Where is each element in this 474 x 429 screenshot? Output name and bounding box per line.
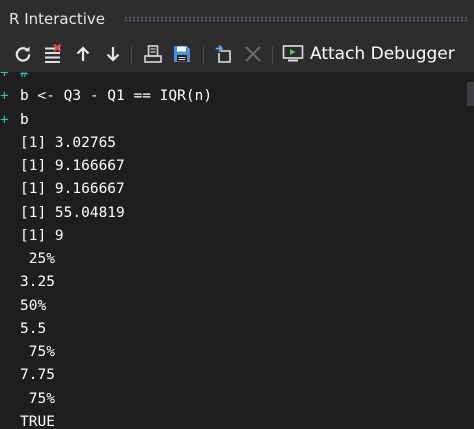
history-down-icon[interactable]: [103, 44, 123, 64]
toolbar-separator: [272, 46, 273, 64]
console-line-text: 7.75: [20, 367, 55, 384]
continuation-prompt: +: [0, 72, 9, 81]
reset-icon[interactable]: [13, 44, 33, 64]
continuation-prompt: +: [0, 111, 9, 128]
console-line-text: b: [20, 111, 29, 128]
console-line: + b: [0, 109, 212, 132]
clear-icon[interactable]: [43, 44, 63, 64]
console-line: [1] 9.166667: [20, 155, 212, 178]
console-line-text: [1] 55.04819: [20, 204, 125, 221]
console-line-text: 75%: [20, 344, 55, 360]
console-line: TRUE: [20, 411, 212, 429]
console-line: 5.5: [20, 318, 212, 341]
r-interactive-window: R Interactive Attach Debugger + # + b <-…: [0, 0, 474, 429]
console-output[interactable]: + # + b <- Q3 - Q1 == IQR(n) + b [1] 3.0276…: [0, 72, 474, 429]
console-line: 3.25: [20, 271, 212, 294]
window-title: R Interactive: [9, 10, 105, 28]
console-line-text: [1] 9.166667: [20, 181, 125, 198]
drag-grip[interactable]: [124, 16, 468, 22]
terminate-icon[interactable]: [243, 44, 263, 64]
console-line-text: [1] 9.166667: [20, 158, 125, 174]
console-line-text: TRUE: [20, 413, 55, 429]
console-line: 7.75: [20, 364, 212, 387]
console-line: + #: [0, 72, 212, 85]
console-line: [1] 55.04819: [20, 202, 212, 225]
console-line: [1] 9.166667: [20, 178, 212, 201]
toolbar: Attach Debugger: [0, 36, 474, 106]
attach-debugger-label: Attach Debugger: [310, 44, 455, 64]
attach-debugger-icon: [282, 45, 304, 62]
console-line-text: [1] 9: [20, 227, 64, 244]
console-line: [1] 3.02765: [20, 132, 212, 155]
toolbar-separator: [203, 46, 204, 64]
interrupt-icon[interactable]: [214, 44, 234, 64]
title-bar[interactable]: R Interactive: [0, 0, 474, 36]
attach-debugger-button[interactable]: Attach Debugger: [282, 43, 455, 65]
console-line-text: 50%: [20, 297, 47, 314]
console-line-text: 75%: [20, 390, 55, 407]
console-line: 75%: [20, 341, 212, 364]
console-line: + b <- Q3 - Q1 == IQR(n): [0, 85, 213, 108]
console-line: 75%: [20, 388, 212, 411]
load-workspace-icon[interactable]: [143, 44, 163, 64]
history-up-icon[interactable]: [73, 44, 93, 64]
console-line-text: 25%: [20, 251, 55, 267]
continuation-prompt: +: [0, 88, 9, 105]
toolbar-separator: [131, 46, 132, 64]
console-line: [1] 9: [20, 225, 212, 248]
console-line-text: 5.5: [20, 320, 47, 337]
console-line-text: [1] 3.02765: [20, 134, 117, 151]
save-workspace-icon[interactable]: [172, 44, 192, 64]
console-line-text: #: [20, 72, 29, 81]
console-lines: + # + b <- Q3 - Q1 == IQR(n) + b [1] 3.0276…: [0, 72, 213, 429]
console-line: 25%: [20, 248, 212, 271]
console-line: 50%: [20, 295, 212, 318]
console-line-text: b <- Q3 - Q1 == IQR(n): [20, 88, 213, 105]
console-line-text: 3.25: [20, 274, 55, 291]
